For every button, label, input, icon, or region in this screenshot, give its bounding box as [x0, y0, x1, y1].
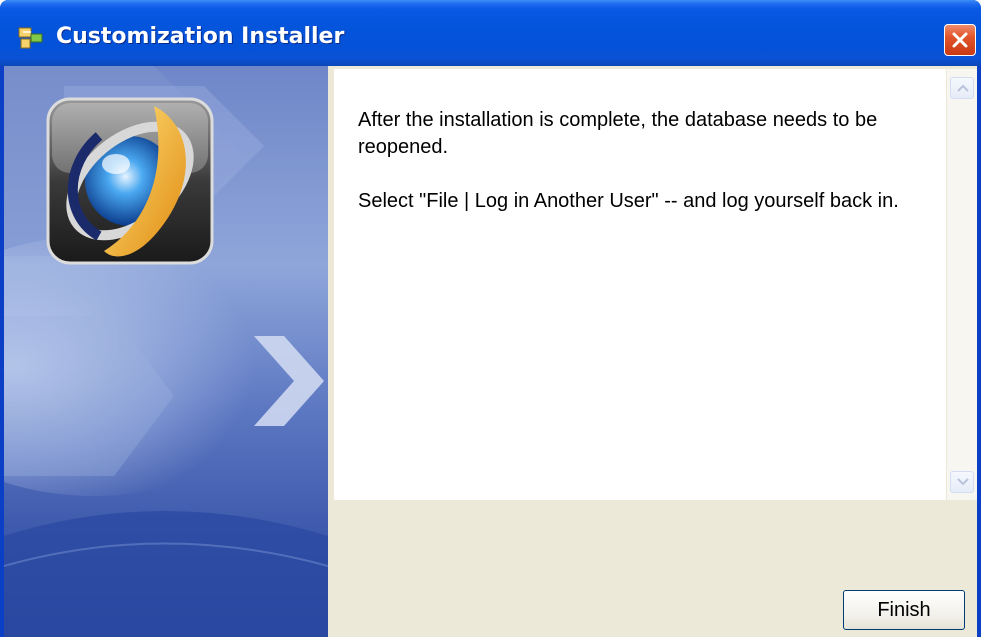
message-text: After the installation is complete, the …	[358, 107, 938, 242]
close-button[interactable]	[944, 24, 976, 56]
installer-app-icon	[18, 26, 44, 50]
scroll-down-button[interactable]	[950, 471, 974, 493]
wizard-side-panel	[4, 66, 328, 637]
dialog-client-area: After the installation is complete, the …	[4, 66, 977, 637]
finish-button[interactable]: Finish	[843, 590, 965, 630]
installer-window: Customization Installer After the instal…	[0, 0, 981, 637]
window-title: Customization Installer	[56, 24, 345, 49]
message-line-1: After the installation is complete, the …	[358, 109, 878, 158]
message-scrollbar[interactable]	[946, 69, 977, 500]
message-panel: After the installation is complete, the …	[334, 69, 946, 500]
message-line-2: Select "File | Log in Another User" -- a…	[358, 190, 899, 212]
title-bar[interactable]: Customization Installer	[0, 0, 981, 66]
window-right-border	[977, 66, 981, 637]
scroll-up-button[interactable]	[950, 77, 974, 99]
app-logo-emblem	[46, 97, 214, 265]
